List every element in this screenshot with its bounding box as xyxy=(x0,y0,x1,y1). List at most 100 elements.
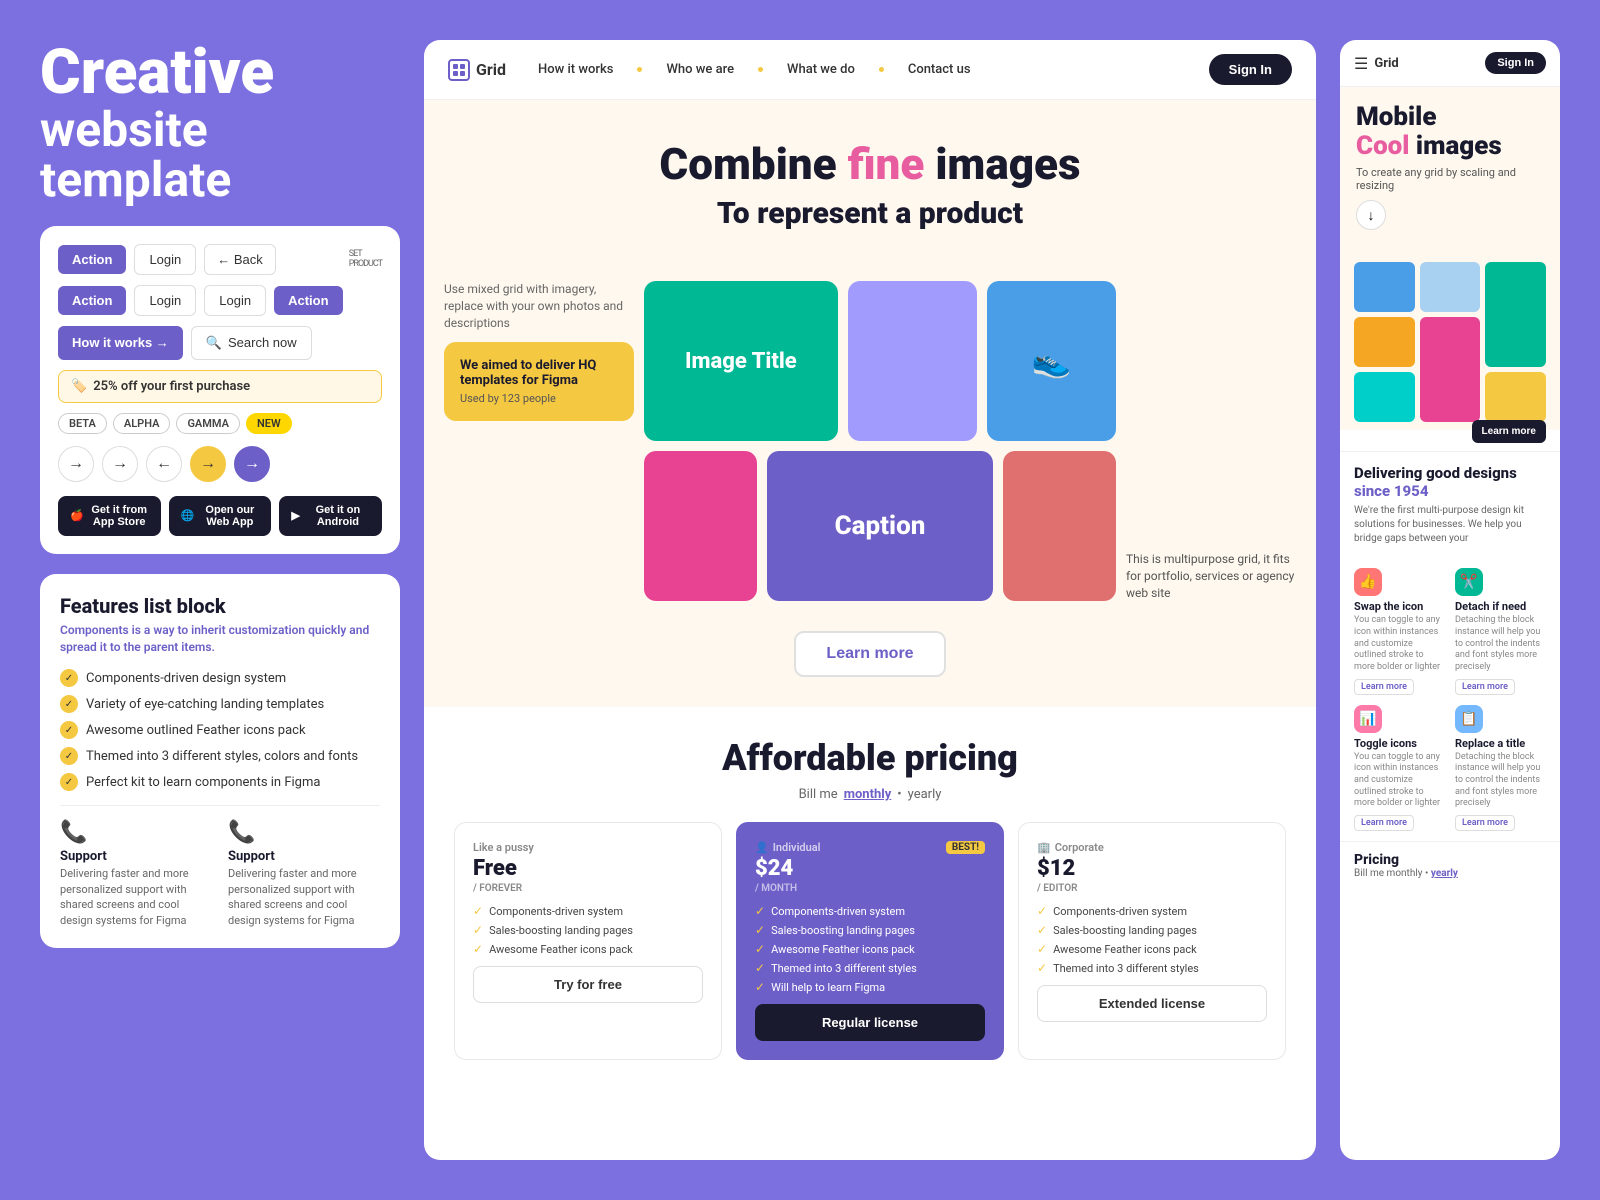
action-button-1[interactable]: Action xyxy=(58,245,126,274)
person-icon: 👤 xyxy=(755,841,769,854)
android-button[interactable]: ▶ Get it on Android xyxy=(279,496,382,536)
shoe-icon: 👟 xyxy=(1032,342,1072,380)
action-button-2[interactable]: Action xyxy=(58,286,126,315)
grid-content: Use mixed grid with imagery, replace wit… xyxy=(424,281,1316,621)
feature-label-3: Awesome outlined Feather icons pack xyxy=(86,723,306,738)
nav-what-we-do[interactable]: What we do xyxy=(787,62,855,77)
right-column: ☰ Grid Sign In Mobile Cool images To cre… xyxy=(1340,40,1560,1160)
action-button-3[interactable]: Action xyxy=(274,286,342,315)
support-name-2: Support xyxy=(228,849,380,864)
store-buttons: 🍎 Get it from App Store 🌐 Open our Web A… xyxy=(58,496,382,536)
app-store-button[interactable]: 🍎 Get it from App Store xyxy=(58,496,161,536)
down-button[interactable]: ↓ xyxy=(1356,200,1386,230)
pricing-cards: Like a pussy Free / FOREVER ✓Components-… xyxy=(454,822,1286,1060)
left-column: Creative website template Action Login ←… xyxy=(40,40,400,1160)
web-app-button[interactable]: 🌐 Open our Web App xyxy=(169,496,272,536)
free-cta-button[interactable]: Try for free xyxy=(473,966,703,1003)
how-it-works-button[interactable]: How it works → xyxy=(58,326,183,360)
check-1: ✓ xyxy=(60,669,78,687)
since-desc: We're the first multi-purpose design kit… xyxy=(1354,504,1546,546)
billing-toggle: Bill me monthly • yearly xyxy=(454,787,1286,802)
replace-learn-button[interactable]: Learn more xyxy=(1455,815,1515,831)
features-title: Features list block xyxy=(60,594,380,618)
swap-desc: You can toggle to any icon within instan… xyxy=(1354,615,1445,673)
mobile-yearly-label[interactable]: yearly xyxy=(1431,868,1458,879)
monthly-label[interactable]: monthly xyxy=(844,787,892,802)
arrow-right-yellow[interactable]: → xyxy=(190,446,226,482)
toggle-icon: 📊 xyxy=(1354,705,1382,733)
search-icon: 🔍 xyxy=(206,335,222,351)
nav-how-it-works[interactable]: How it works xyxy=(538,62,613,77)
detach-icon: ✂️ xyxy=(1455,568,1483,596)
ind-feat-1: ✓Components-driven system xyxy=(755,904,985,918)
brand-logo: SET PRODUCT xyxy=(349,249,382,269)
login-button-3[interactable]: Login xyxy=(204,285,266,316)
nav-contact[interactable]: Contact us xyxy=(908,62,971,77)
arrows-row: → → ← → → xyxy=(58,446,382,482)
nav-who-we-are[interactable]: Who we are xyxy=(666,62,734,77)
center-grid: Image Title 👟 Caption xyxy=(644,281,1116,601)
feature-icon-toggle: 📊 Toggle icons You can toggle to any ico… xyxy=(1354,705,1445,831)
arrow-left-1[interactable]: → xyxy=(58,446,94,482)
mobile-learn-more-button[interactable]: Learn more xyxy=(1472,420,1546,443)
mobile-tile-green xyxy=(1485,262,1546,367)
check-5: ✓ xyxy=(60,773,78,791)
corp-icon: 🏢 xyxy=(1037,841,1051,854)
free-features: ✓Components-driven system ✓Sales-boostin… xyxy=(473,904,703,956)
button-row-1: Action Login ← Back SET PRODUCT xyxy=(58,244,382,275)
support-desc-2: Delivering faster and more personalized … xyxy=(228,866,380,928)
nav-dot-3 xyxy=(879,67,884,72)
hero-highlight: fine xyxy=(848,138,925,190)
since-title: Delivering good designs since 1954 xyxy=(1354,464,1546,500)
arrow-left-2[interactable]: ← xyxy=(146,446,182,482)
toggle-learn-button[interactable]: Learn more xyxy=(1354,815,1414,831)
grid-icon xyxy=(453,64,465,76)
feature-icon-detach: ✂️ Detach if need Detaching the block in… xyxy=(1455,568,1546,694)
arrow-right-1[interactable]: → xyxy=(102,446,138,482)
mobile-tile-blue xyxy=(1354,262,1415,312)
check-2: ✓ xyxy=(60,695,78,713)
tag-new[interactable]: NEW xyxy=(246,413,292,434)
ind-feat-5: ✓Will help to learn Figma xyxy=(755,980,985,994)
yearly-label[interactable]: yearly xyxy=(908,787,942,802)
tag-alpha[interactable]: ALPHA xyxy=(113,413,171,434)
mobile-sign-in-button[interactable]: Sign In xyxy=(1485,52,1546,74)
swap-title: Swap the icon xyxy=(1354,600,1445,613)
arrow-right-purple[interactable]: → xyxy=(234,446,270,482)
feature-item-1: ✓ Components-driven design system xyxy=(60,669,380,687)
back-button[interactable]: ← Back xyxy=(204,244,276,275)
button-row-2: Action Login Login Action xyxy=(58,285,382,316)
how-search-row: How it works → 🔍 Search now xyxy=(58,326,382,360)
individual-cta-button[interactable]: Regular license xyxy=(755,1004,985,1041)
caption-label: Caption xyxy=(835,511,926,541)
feature-label-4: Themed into 3 different styles, colors a… xyxy=(86,749,358,764)
mobile-pricing-sub: Bill me monthly • yearly xyxy=(1354,868,1546,879)
sign-in-button[interactable]: Sign In xyxy=(1209,54,1292,85)
check-icon: ✓ xyxy=(755,923,765,937)
corporate-cta-button[interactable]: Extended license xyxy=(1037,985,1267,1022)
feature-icon-swap: 👍 Swap the icon You can toggle to any ic… xyxy=(1354,568,1445,694)
yellow-box-title: We aimed to deliver HQ templates for Fig… xyxy=(460,358,618,388)
mobile-pricing-title: Pricing xyxy=(1354,852,1546,868)
check-icon: ✓ xyxy=(473,923,483,937)
login-button-2[interactable]: Login xyxy=(134,285,196,316)
swap-learn-button[interactable]: Learn more xyxy=(1354,679,1414,695)
pricing-title: Affordable pricing xyxy=(454,737,1286,779)
support-name-1: Support xyxy=(60,849,212,864)
grid-bottom-row: Caption xyxy=(644,451,1116,601)
apple-icon: 🍎 xyxy=(70,509,84,522)
tags-row: BETA ALPHA GAMMA NEW xyxy=(58,413,382,434)
learn-more-section: Learn more xyxy=(424,621,1316,707)
ind-feat-3: ✓Awesome Feather icons pack xyxy=(755,942,985,956)
login-button-1[interactable]: Login xyxy=(134,244,196,275)
search-now-button[interactable]: 🔍 Search now xyxy=(191,326,312,360)
support-item-2: 📞 Support Delivering faster and more per… xyxy=(228,820,380,928)
tag-gamma[interactable]: GAMMA xyxy=(176,413,240,434)
replace-icon: 📋 xyxy=(1455,705,1483,733)
tag-beta[interactable]: BETA xyxy=(58,413,107,434)
learn-more-button[interactable]: Learn more xyxy=(794,631,945,677)
hamburger-icon[interactable]: ☰ xyxy=(1354,54,1368,73)
feature-label-5: Perfect kit to learn components in Figma xyxy=(86,775,320,790)
detach-learn-button[interactable]: Learn more xyxy=(1455,679,1515,695)
ind-feat-4: ✓Themed into 3 different styles xyxy=(755,961,985,975)
